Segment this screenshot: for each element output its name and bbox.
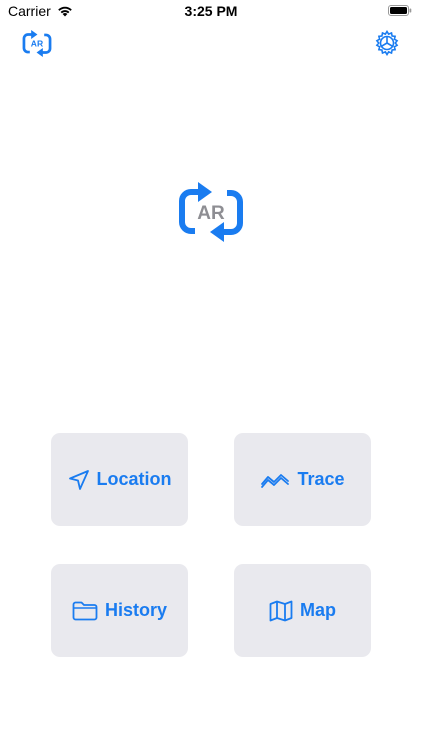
status-bar: Carrier 3:25 PM [0,0,422,22]
status-time: 3:25 PM [184,3,238,19]
app-logo: AR [179,182,243,242]
trace-button-label: Trace [297,469,345,489]
map-button-label: Map [300,600,336,620]
map-icon [269,600,293,621]
ar-mode-button[interactable]: AR [22,28,52,58]
history-button[interactable]: History [51,564,188,657]
logo-text: AR [197,203,225,224]
map-button[interactable]: Map [234,564,371,657]
logo-top-arrow [198,182,212,202]
ar-sync-icon: AR [22,29,52,57]
svg-text:AR: AR [31,38,43,48]
battery-icon [388,5,412,16]
folder-icon [72,601,98,620]
logo-bottom-arrow [210,222,224,242]
settings-button[interactable] [372,28,402,58]
location-arrow-icon [68,469,89,490]
trace-button[interactable]: Trace [234,433,371,526]
location-button-label: Location [96,469,172,489]
location-button[interactable]: Location [51,433,188,526]
history-button-label: History [104,600,167,620]
gear-icon [375,30,399,56]
trace-line-icon [261,473,290,488]
